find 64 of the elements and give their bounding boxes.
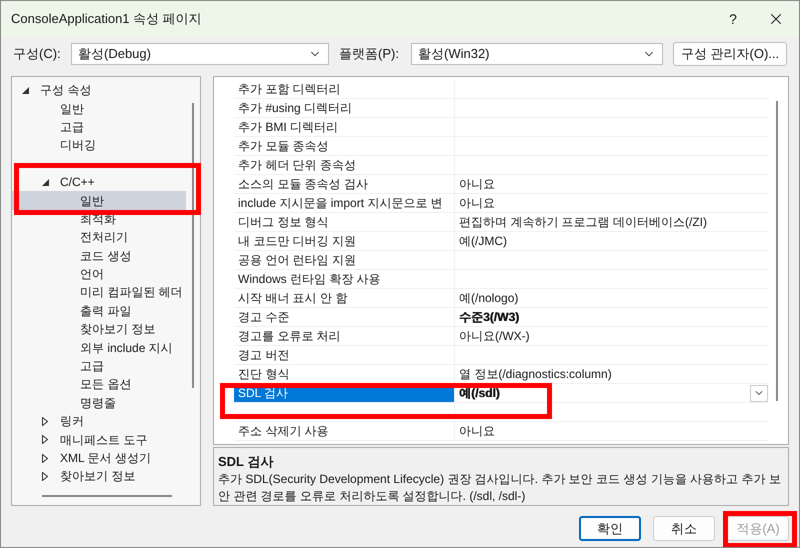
property-value: 수준3(/W3) <box>459 309 519 326</box>
window-title: ConsoleApplication1 속성 페이지 <box>11 10 203 28</box>
property-name[interactable]: 추가 모듈 종속성 <box>234 137 454 155</box>
tree-item[interactable]: 고급 <box>12 356 186 376</box>
horizontal-scrollbar[interactable] <box>42 495 172 497</box>
description-title: SDL 검사 <box>218 452 274 470</box>
tree-item[interactable]: 구성 속성 <box>12 81 186 100</box>
tree-item[interactable]: 언어 <box>12 264 186 284</box>
description-text: 추가 SDL(Security Development Lifecycle) 권장 검사입니다. 추가 보안 코드 생성 기능을 사용하고 추가 보안 관련 경로를 오류로 처리하도록 설정합니다. (/sdl, /sdl-) <box>218 471 782 505</box>
help-button[interactable]: ? <box>713 8 753 30</box>
property-value: 아니요 <box>459 423 495 440</box>
tree-item[interactable]: 모든 옵션 <box>12 375 186 394</box>
property-name[interactable]: Windows 런타임 확장 사용 <box>234 270 454 288</box>
tree-item[interactable]: 디버깅 <box>12 136 186 155</box>
property-value: 아니요(/WX-) <box>459 328 530 345</box>
dialog-button[interactable]: 취소 <box>653 516 715 541</box>
property-value: 열 정보(/diagnostics:column) <box>459 366 612 383</box>
tree-item[interactable]: 링커 <box>12 412 186 430</box>
property-name[interactable]: 경고 수준 <box>234 308 454 326</box>
property-name[interactable]: 공용 언어 런타임 지원 <box>234 251 454 269</box>
property-name[interactable]: 소스의 모듈 종속성 검사 <box>234 175 454 193</box>
property-name[interactable]: 진단 형식 <box>234 365 454 383</box>
platform-dropdown[interactable]: 활성(Win32) <box>411 43 663 65</box>
property-name[interactable]: 추가 포함 디렉터리 <box>234 80 454 98</box>
tree-item[interactable]: 전처리기 <box>12 228 186 247</box>
dialog-button[interactable]: 확인 <box>579 516 641 541</box>
tree-item[interactable]: 미리 컴파일된 헤더 <box>12 283 186 302</box>
property-value: 예(/JMC) <box>459 233 507 250</box>
property-name[interactable]: 추가 헤더 단위 종속성 <box>234 156 454 174</box>
tree-item[interactable]: 외부 include 지시 <box>12 338 186 357</box>
configuration-dropdown[interactable]: 활성(Debug) <box>71 43 329 65</box>
property-value: 아니요 <box>459 195 495 212</box>
tree-item[interactable]: 일반 <box>12 191 186 210</box>
property-name[interactable]: 경고 버전 <box>234 346 454 364</box>
tree-item[interactable]: 일반 <box>12 99 186 118</box>
property-value: 아니요 <box>459 176 495 193</box>
value-dropdown-button[interactable] <box>750 384 768 402</box>
property-name[interactable]: 주소 삭제기 사용 <box>234 422 454 440</box>
platform-label: 플랫폼(P): <box>339 45 400 64</box>
property-name[interactable]: 시작 배너 표시 안 함 <box>234 289 454 307</box>
expanded-triangle-icon[interactable] <box>22 86 29 94</box>
property-name[interactable]: 추가 BMI 디렉터리 <box>234 118 454 136</box>
tree-item[interactable]: 매니페스트 도구 <box>12 430 186 449</box>
property-name[interactable]: 추가 #using 디렉터리 <box>234 99 454 117</box>
expanded-triangle-icon[interactable] <box>42 178 49 186</box>
vertical-scrollbar[interactable] <box>192 103 194 388</box>
tree-item[interactable]: 코드 생성 <box>12 246 186 265</box>
tree-item[interactable]: 고급 <box>12 118 186 136</box>
configuration-manager-button[interactable]: 구성 관리자(O)... <box>673 42 787 66</box>
tree-item[interactable]: 찾아보기 정보 <box>12 467 186 486</box>
tree-item[interactable]: 명령줄 <box>12 394 186 412</box>
tree-item[interactable]: XML 문서 생성기 <box>12 448 186 468</box>
property-name[interactable]: 내 코드만 디버깅 지원 <box>234 232 454 250</box>
property-value: 편집하며 계속하기 프로그램 데이터베이스(/ZI) <box>459 214 707 231</box>
tree-item[interactable]: 출력 파일 <box>12 302 186 320</box>
tree-item[interactable]: C/C++ <box>12 172 186 192</box>
vertical-scrollbar[interactable] <box>776 101 778 401</box>
property-name[interactable]: 디버그 정보 형식 <box>234 213 454 231</box>
tree-item[interactable]: 찾아보기 정보 <box>12 320 186 338</box>
property-name[interactable]: 경고를 오류로 처리 <box>234 327 454 345</box>
configuration-label: 구성(C): <box>13 45 62 64</box>
property-name[interactable]: include 지시문을 import 지시문으로 변 <box>234 194 454 212</box>
property-value: 예(/nologo) <box>459 290 518 307</box>
property-value: 예(/sdl) <box>459 385 500 402</box>
